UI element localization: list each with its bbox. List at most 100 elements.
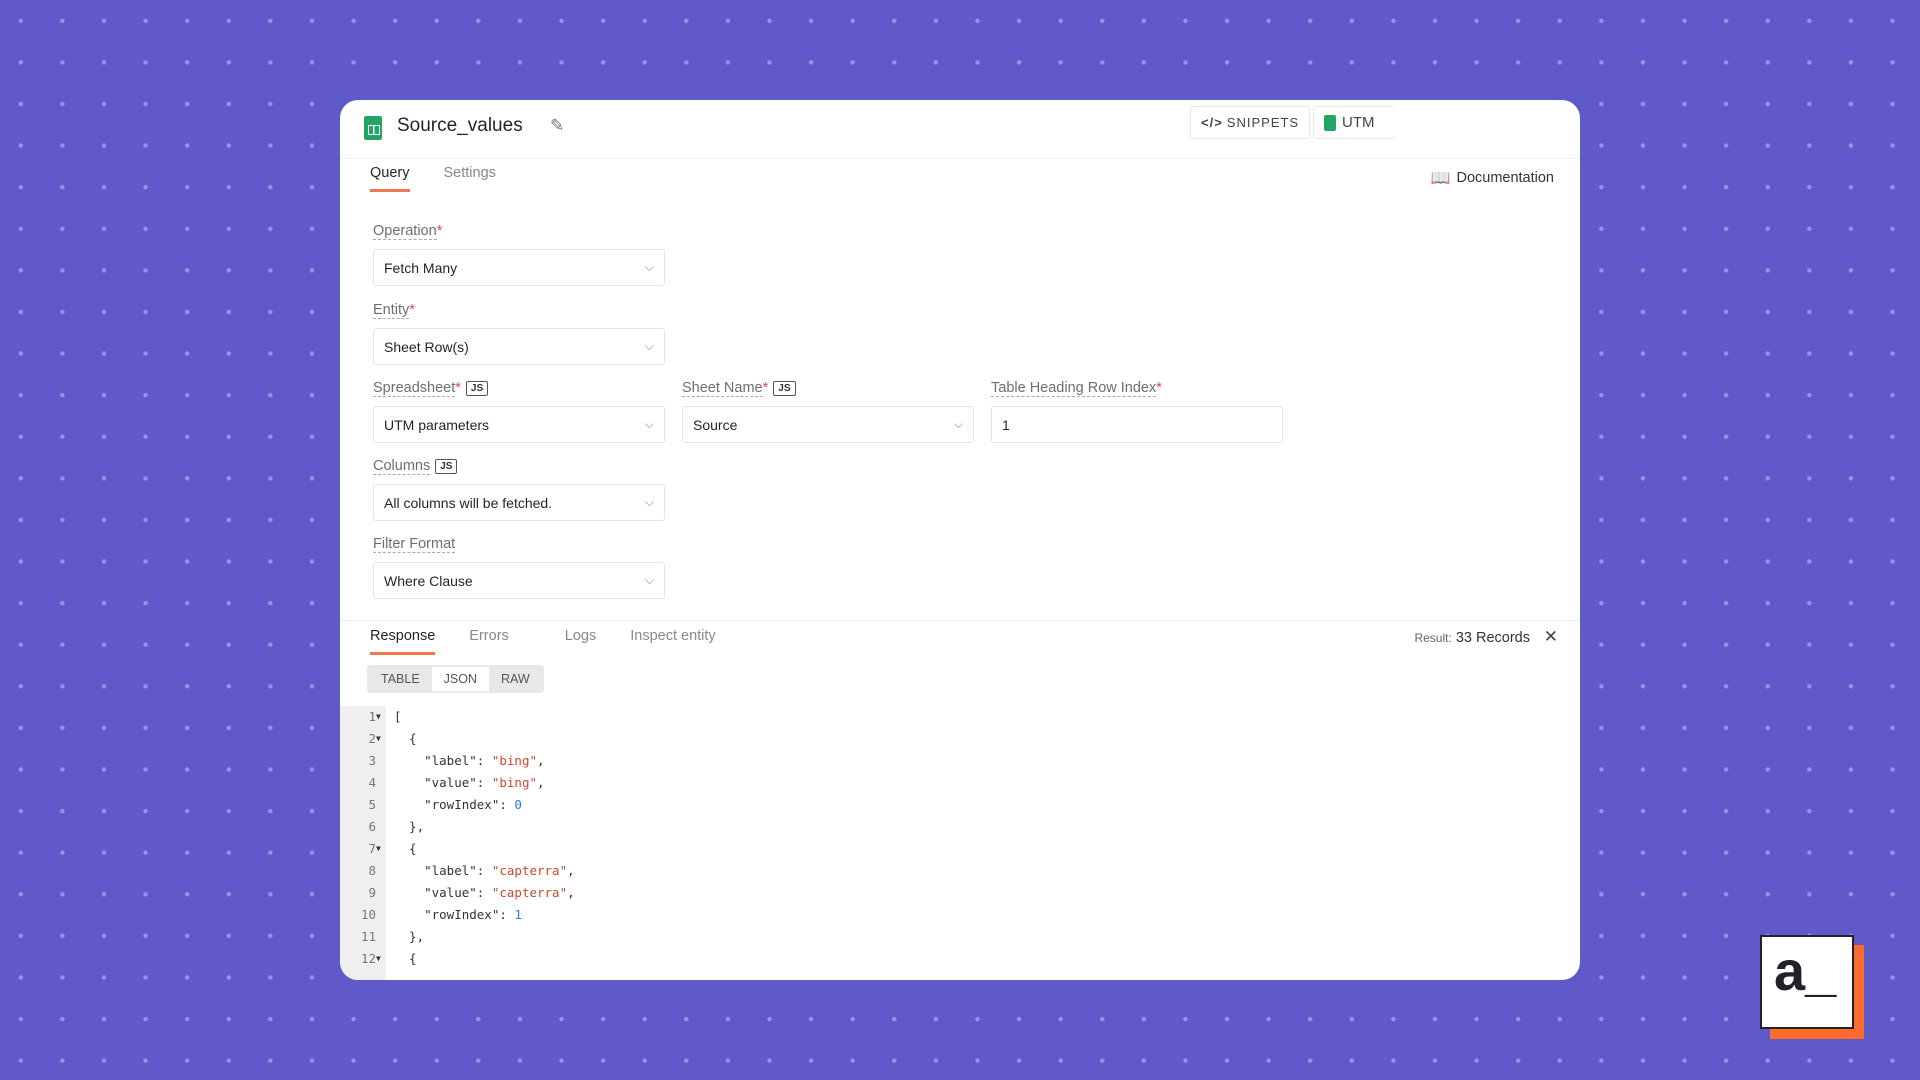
book-icon: 📖 [1430,170,1451,187]
code-token: "capterra" [491,863,568,878]
code-token: "capterra" [491,885,568,900]
line-number: 2 [368,731,376,746]
chevron-down-icon: ⌵ [644,339,654,353]
google-sheets-icon [364,116,382,140]
columns-field: Columns JS All columns will be fetched. ⌵ [373,456,665,521]
entity-value: Sheet Row(s) [384,338,469,355]
chevron-down-icon: ⌵ [644,495,654,509]
tab-query[interactable]: Query [370,165,410,192]
code-token: 1 [514,907,522,922]
view-json[interactable]: JSON [431,667,490,691]
code-text: { [394,948,417,970]
js-toggle[interactable]: JS [465,380,489,396]
line-number: 7 [368,841,376,856]
code-token: }, [394,819,425,834]
tab-errors[interactable]: Errors [469,628,508,655]
entity-label: Entity [373,301,410,319]
sheet-name-select[interactable]: Source ⌵ [682,406,974,443]
fold-arrow-icon[interactable]: ▼ [376,838,381,860]
sheet-name-label: Sheet Name [682,379,763,397]
chevron-down-icon: ⌵ [953,417,963,431]
line-number: 3 [368,753,376,768]
code-token: { [394,731,417,746]
line-number: 9 [368,885,376,900]
entity-select[interactable]: Sheet Row(s) ⌵ [373,328,665,365]
required-marker: * [409,302,415,318]
snippets-button[interactable]: </> SNIPPETS [1190,106,1311,139]
line-number: 8 [368,863,376,878]
fold-arrow-icon[interactable]: ▼ [376,706,381,728]
code-text: [ [394,706,402,728]
sheet-name-value: Source [693,416,738,433]
json-viewer[interactable]: 1 ▼[2 ▼ {3 "label": "bing", 4 "value": "bin… [340,706,1580,980]
line-number: 12 [360,951,376,966]
js-toggle[interactable]: JS [435,458,458,474]
code-text: "rowIndex": 0 [394,794,522,816]
table-heading-field: Table Heading Row Index * 1 [991,378,1283,443]
code-text: "rowIndex": 1 [394,904,522,926]
code-token: , [537,775,545,790]
js-toggle[interactable]: JS [773,380,796,396]
divider [340,620,1580,621]
spreadsheet-label: Spreadsheet [373,379,456,397]
sheet-name-field: Sheet Name * JS Source ⌵ [682,378,974,443]
tab-logs[interactable]: Logs [565,628,596,655]
required-marker: * [762,380,769,396]
columns-value: All columns will be fetched. [384,494,553,511]
query-header: Source_values ✎ ••• </>SNIPPETS UTM [340,100,1580,159]
table-heading-input[interactable]: 1 [991,406,1283,443]
code-text: }, [394,816,424,838]
logo-mark: a_ [1760,935,1854,1029]
close-icon[interactable]: ✕ [1544,627,1558,647]
code-token: "label": [394,863,492,878]
required-marker: * [455,380,461,396]
edit-pencil-icon[interactable]: ✎ [550,116,564,136]
view-table[interactable]: TABLE [369,667,432,691]
query-title[interactable]: Source_values [397,115,523,137]
line-number: 5 [368,797,376,812]
code-token: "bing" [491,753,537,768]
appsmith-logo: a_ [1760,935,1864,1039]
result-value: 33 Records [1455,630,1530,646]
fold-arrow-icon[interactable]: ▼ [376,728,381,750]
tab-inspect-entity[interactable]: Inspect entity [630,628,715,655]
chevron-down-icon: ⌵ [644,260,654,274]
code-text: }, [394,926,424,948]
code-token: "rowIndex": [394,797,515,812]
spreadsheet-field: Spreadsheet * JS UTM parameters ⌵ [373,378,665,443]
line-number: 1 [368,709,376,724]
code-token: "bing" [491,775,537,790]
line-number: 4 [368,775,376,790]
tab-settings[interactable]: Settings [444,165,496,192]
filter-format-select[interactable]: Where Clause ⌵ [373,562,665,599]
datasource-button[interactable]: UTM [1313,106,1395,139]
tab-response[interactable]: Response [370,628,436,655]
spreadsheet-select[interactable]: UTM parameters ⌵ [373,406,665,443]
table-heading-label: Table Heading Row Index [991,379,1157,397]
code-icon: </> [1201,115,1223,130]
line-number: 11 [360,929,376,944]
code-token: "label": [394,753,492,768]
filter-format-value: Where Clause [384,572,473,589]
line-number: 10 [360,907,376,922]
code-token: "value": [394,775,492,790]
code-text: { [394,728,417,750]
code-token: "value": [394,885,492,900]
code-token: { [394,841,417,856]
code-token: { [394,951,417,966]
code-text: "value": "capterra", [394,882,575,904]
code-token: 0 [514,797,522,812]
operation-field: Operation * Fetch Many ⌵ [373,221,665,286]
view-raw[interactable]: RAW [489,667,542,691]
entity-field: Entity * Sheet Row(s) ⌵ [373,300,665,365]
spreadsheet-value: UTM parameters [384,416,490,433]
google-sheets-icon [1324,114,1336,131]
chevron-down-icon: ⌵ [644,573,654,587]
filter-format-field: Filter Format Where Clause ⌵ [373,534,665,599]
documentation-link[interactable]: 📖 Documentation [1431,168,1554,188]
columns-select[interactable]: All columns will be fetched. ⌵ [373,484,665,521]
table-heading-value: 1 [1002,416,1010,433]
operation-label: Operation [373,222,437,240]
operation-select[interactable]: Fetch Many ⌵ [373,249,665,286]
fold-arrow-icon[interactable]: ▼ [376,948,381,970]
